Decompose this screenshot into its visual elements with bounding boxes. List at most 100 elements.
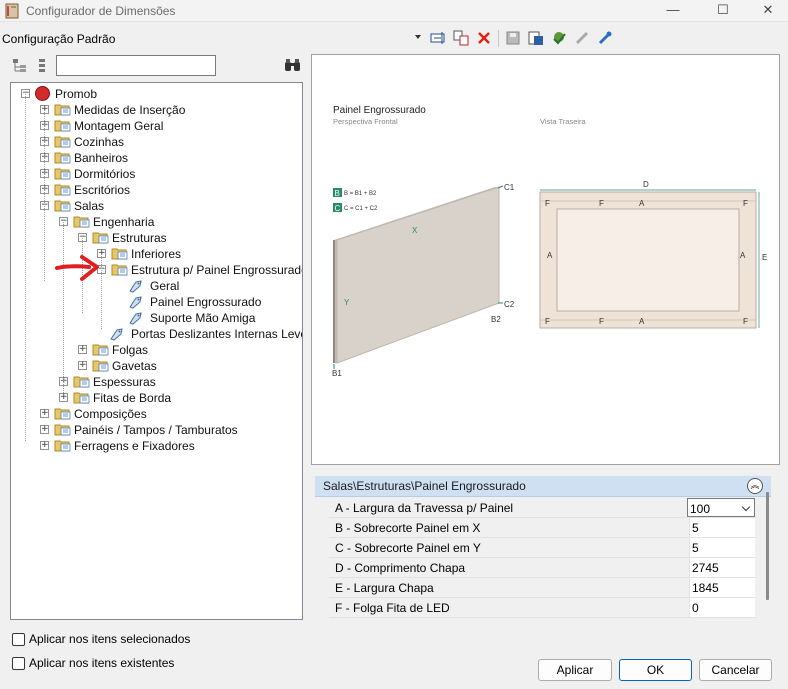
maximize-button[interactable]: ☐: [700, 0, 746, 22]
folder-icon: [73, 391, 90, 404]
mark-c2: C2: [504, 300, 515, 309]
folder-icon: [54, 119, 71, 132]
rename-icon[interactable]: [430, 30, 446, 46]
tree-item-label[interactable]: Inferiores: [131, 247, 181, 261]
mark-d: D: [643, 180, 649, 189]
property-value-input[interactable]: 5: [689, 518, 755, 537]
tree-item-label[interactable]: Cozinhas: [74, 135, 124, 149]
red-arrow-annotation: [55, 255, 99, 281]
delete-icon[interactable]: [476, 30, 492, 46]
property-value-input[interactable]: 5: [689, 538, 755, 557]
tree-toolbar: [0, 54, 305, 80]
property-name: B - Sobrecorte Painel em X: [335, 521, 481, 535]
tree-view[interactable]: − Promob + Medidas de Inserção + Montagem Ger…: [10, 82, 303, 620]
property-row: E - Largura Chapa 1845: [329, 578, 756, 598]
expand-icon[interactable]: +: [59, 393, 68, 402]
toolbar-separator: [498, 30, 499, 47]
tree-item-label[interactable]: Painel Engrossurado: [150, 295, 261, 309]
export-icon[interactable]: [528, 30, 544, 46]
tree-guide-line: [63, 222, 64, 393]
folder-icon: [54, 199, 71, 212]
property-value-text: 0: [692, 601, 699, 615]
mark-a-right: A: [740, 251, 746, 260]
expand-icon[interactable]: +: [78, 361, 87, 370]
property-value-select[interactable]: 100: [687, 498, 755, 517]
mark-b1: B1: [332, 369, 342, 378]
expand-tree-icon[interactable]: [12, 58, 28, 74]
legend-c-letter: C: [335, 204, 341, 213]
property-grid: Salas\Estruturas\Painel Engrossurado ︽ A…: [311, 474, 780, 620]
minimize-button[interactable]: —: [650, 0, 696, 22]
tree-guide-line: [44, 110, 45, 281]
tree-item-label[interactable]: Painéis / Tampos / Tamburatos: [74, 423, 238, 437]
chevron-down-icon[interactable]: [741, 502, 751, 512]
save-icon[interactable]: [505, 30, 521, 46]
tree-item-label[interactable]: Suporte Mão Amiga: [150, 311, 255, 325]
copy-config-icon[interactable]: [453, 30, 469, 46]
setting-tag-icon: [128, 279, 143, 293]
tree-item-label[interactable]: Montagem Geral: [74, 119, 163, 133]
expand-icon[interactable]: +: [40, 425, 49, 434]
configuration-select[interactable]: Configuração Padrão: [2, 32, 115, 46]
mark-b2: B2: [491, 315, 501, 324]
tree-item-label[interactable]: Espessuras: [93, 375, 156, 389]
expand-icon[interactable]: +: [78, 345, 87, 354]
folder-icon: [54, 167, 71, 180]
apply-selected-checkbox[interactable]: [12, 633, 25, 646]
property-value-text: 100: [690, 502, 711, 516]
apply-existing-label: Aplicar nos itens existentes: [29, 656, 175, 670]
tree-guide-line: [101, 254, 102, 329]
tree-item-label[interactable]: Dormitórios: [74, 167, 135, 181]
tree-item-label[interactable]: Ferragens e Fixadores: [74, 439, 195, 453]
binoculars-icon[interactable]: [284, 58, 301, 73]
folder-icon: [73, 215, 90, 228]
mark-f-bottom-mid: F: [599, 317, 604, 326]
apply-icon[interactable]: [551, 30, 567, 46]
tree-item-label[interactable]: Geral: [150, 279, 179, 293]
property-value-input[interactable]: 2745: [689, 558, 755, 577]
collapse-up-icon[interactable]: ︽: [747, 478, 763, 494]
ok-button[interactable]: OK: [619, 659, 692, 681]
legend-b-text: B = B1 + B2: [344, 191, 377, 197]
tools-icon[interactable]: [597, 30, 613, 46]
tree-item-label[interactable]: Portas Deslizantes Internas Leves: [131, 327, 302, 341]
chevron-down-icon[interactable]: [415, 35, 421, 39]
tree-item-label[interactable]: Estruturas: [112, 231, 167, 245]
tree-item-label[interactable]: Medidas de Inserção: [74, 103, 185, 117]
expand-icon[interactable]: +: [40, 409, 49, 418]
tree-item-label[interactable]: Salas: [74, 199, 104, 213]
property-scrollbar[interactable]: [766, 492, 769, 600]
property-value-input[interactable]: 0: [689, 598, 755, 617]
cancel-button[interactable]: Cancelar: [699, 659, 772, 681]
tree-item-label[interactable]: Composições: [74, 407, 147, 421]
tree-item-label[interactable]: Folgas: [112, 343, 148, 357]
connect-icon[interactable]: [574, 30, 590, 46]
setting-tag-icon: [128, 311, 143, 325]
tree-guide-line: [25, 94, 26, 441]
property-value-text: 5: [692, 541, 699, 555]
property-row: A - Largura da Travessa p/ Painel 100: [329, 498, 756, 518]
panel-face: [336, 186, 500, 364]
folder-icon: [54, 423, 71, 436]
apply-button[interactable]: Aplicar: [538, 659, 612, 681]
collapse-tree-icon[interactable]: [36, 58, 48, 74]
title-bar: Configurador de Dimensões — ☐ ✕: [0, 0, 788, 22]
tree-item-label[interactable]: Fitas de Borda: [93, 391, 171, 405]
tree-item-label[interactable]: Gavetas: [112, 359, 157, 373]
property-row: B - Sobrecorte Painel em X 5: [329, 518, 756, 538]
close-button[interactable]: ✕: [745, 0, 788, 22]
expand-icon[interactable]: +: [40, 441, 49, 450]
tree-item-label[interactable]: Escritórios: [74, 183, 130, 197]
tree-item-label[interactable]: Banheiros: [74, 151, 128, 165]
folder-icon: [73, 375, 90, 388]
apply-existing-checkbox[interactable]: [12, 657, 25, 670]
mark-y: Y: [344, 298, 350, 307]
tree-item-label[interactable]: Engenharia: [93, 215, 154, 229]
tree-item-label[interactable]: Estrutura p/ Painel Engrossurado: [131, 263, 302, 277]
tree-search-input[interactable]: [56, 55, 216, 76]
property-value-input[interactable]: 1845: [689, 578, 755, 597]
property-name: E - Largura Chapa: [335, 581, 434, 595]
folder-icon: [92, 231, 109, 244]
property-group-header[interactable]: Salas\Estruturas\Painel Engrossurado ︽: [315, 476, 771, 497]
tree-item-label[interactable]: Promob: [55, 87, 97, 101]
